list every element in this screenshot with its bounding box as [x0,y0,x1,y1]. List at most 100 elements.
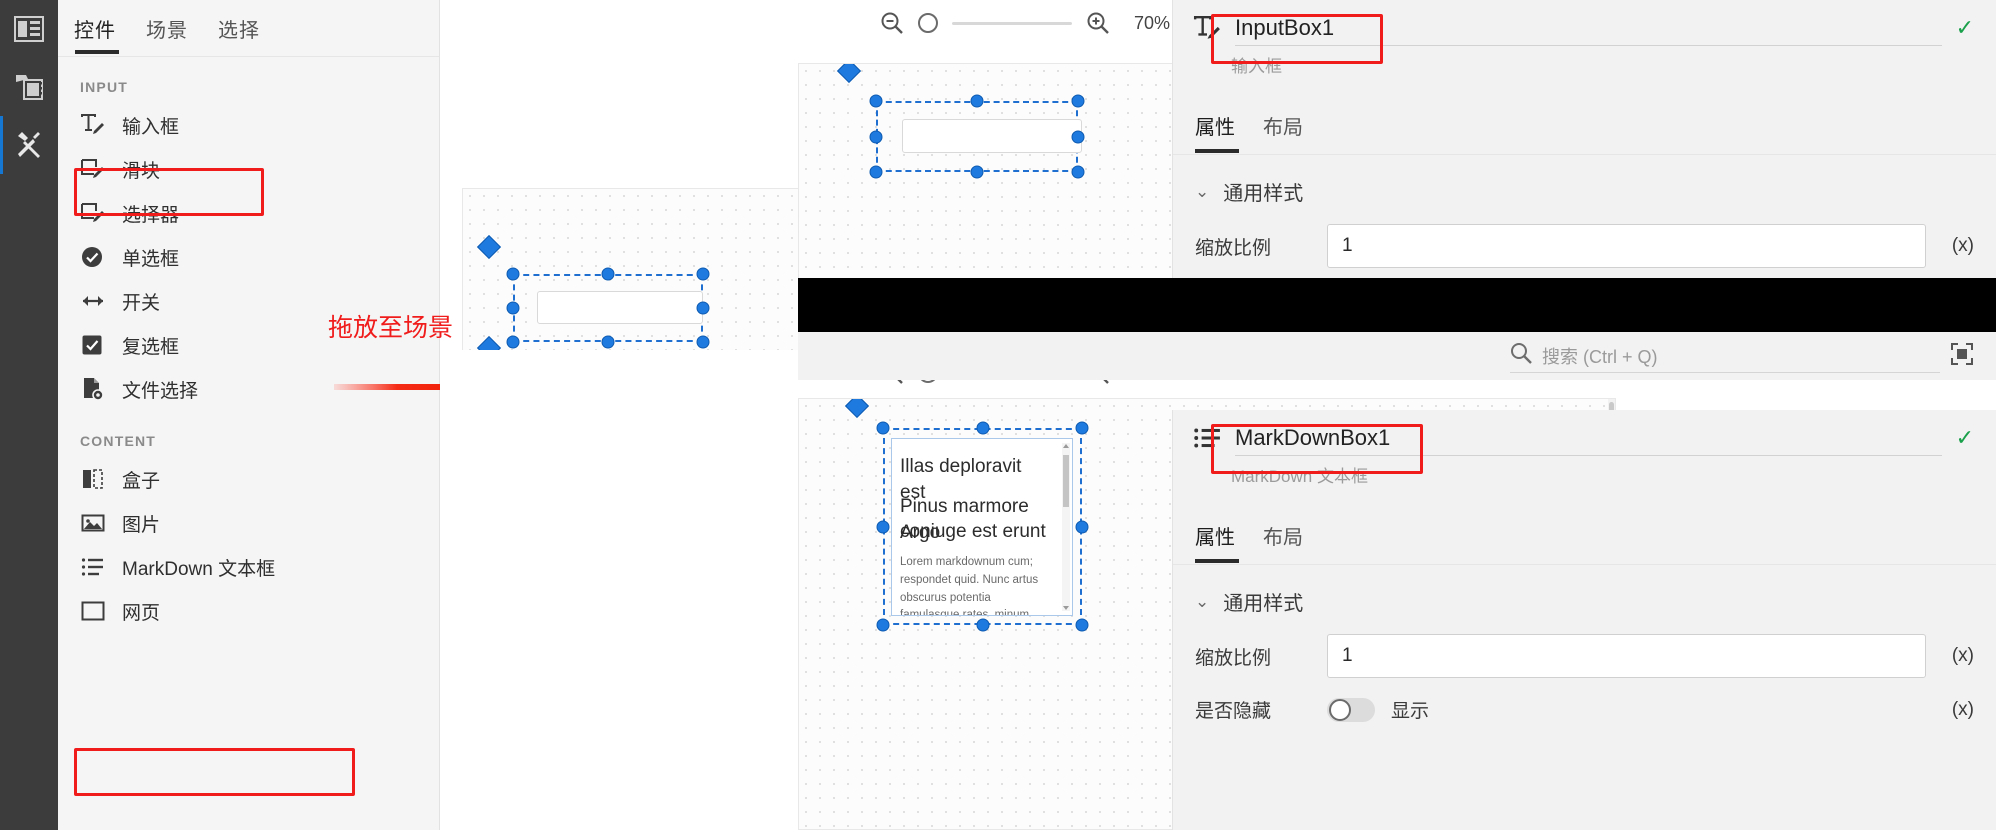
inspector-panel-bottom: MarkDownBox1 ✓ MarkDown 文本框 属性 布局 ⌄ 通用样式… [1172,410,1996,830]
resize-handle-se[interactable] [1075,618,1089,632]
resize-handle-ne[interactable] [696,267,710,281]
resize-handle-nw[interactable] [506,267,520,281]
inspector-tab-properties[interactable]: 属性 [1195,521,1235,550]
resize-handle-w[interactable] [506,301,520,315]
resize-handle-w[interactable] [876,520,890,533]
image-icon [80,510,106,536]
resize-handle-s[interactable] [970,165,984,179]
tools-icon [14,130,44,160]
inspector-bottom-name[interactable]: MarkDownBox1 [1235,420,1942,456]
rail-item-layout[interactable] [0,0,58,58]
inspector-tab-properties[interactable]: 属性 [1195,111,1235,140]
inspector-bottom-section-general[interactable]: ⌄ 通用样式 [1173,565,1996,616]
resize-handle-n[interactable] [976,421,989,435]
zoom-in-icon[interactable] [1086,11,1110,35]
resize-handle-s[interactable] [976,618,989,632]
tab-scenes[interactable]: 场景 [146,14,188,43]
palette-item-box[interactable]: 盒子 [58,457,439,501]
resize-handle-w[interactable] [869,130,883,143]
checkbox-icon [80,332,106,358]
resize-handle-e[interactable] [696,301,710,315]
selection-inputbox-main[interactable] [476,234,710,349]
palette-group-label-input: INPUT [80,79,128,95]
palette-item-slider[interactable]: 滑块 [58,147,439,191]
zoom-out-icon[interactable] [880,11,904,35]
chevron-down-icon: ⌄ [1195,181,1210,201]
palette-item-label: 选择器 [122,204,180,226]
inspector-tab-layout[interactable]: 布局 [1263,521,1303,550]
resize-handle-se[interactable] [1071,165,1085,179]
inputbox-widget[interactable] [902,119,1082,153]
resize-handle-se[interactable] [696,335,710,349]
inputbox-widget[interactable] [537,291,703,324]
resize-handle-n[interactable] [970,94,984,108]
zoom-slider-track[interactable] [952,21,1072,25]
inspector-top-section-general[interactable]: ⌄ 通用样式 [1173,155,1996,206]
check-icon[interactable]: ✓ [1956,425,1974,451]
media-icon [14,73,44,101]
visibility-toggle[interactable] [1327,697,1375,722]
highlight-markdown-box [74,748,355,796]
palette-item-picker[interactable]: 选择器 [58,191,439,235]
anchor-diamond[interactable] [844,399,870,419]
webpage-icon [80,598,106,624]
tab-selection[interactable]: 选择 [218,14,260,43]
palette-item-webpage[interactable]: 网页 [58,589,439,633]
rail-item-media[interactable] [0,58,58,116]
search-field[interactable]: 搜索 (Ctrl + Q) [1510,339,1940,373]
palette-item-image[interactable]: 图片 [58,501,439,545]
markdown-widget[interactable]: Illas deploravit est Pinus marmore Argo … [891,438,1073,616]
tab-widgets[interactable]: 控件 [74,14,116,43]
annotation-label: 拖放至场景 [328,314,454,342]
palette-item-input-box[interactable]: 输入框 [58,103,439,147]
resize-handle-e[interactable] [1075,520,1089,533]
rail-item-tools[interactable] [0,116,58,174]
palette-item-label: 输入框 [122,116,180,138]
selection-markdown-bottom[interactable]: Illas deploravit est Pinus marmore Argo … [844,399,1089,632]
switch-icon [80,288,106,314]
palette-item-radio[interactable]: 单选框 [58,235,439,279]
markdown-scroll-thumb[interactable] [1063,455,1069,507]
anchor-diamond[interactable] [836,64,862,84]
resize-handle-s[interactable] [601,335,615,349]
resize-handle-nw[interactable] [876,421,890,435]
inspector-panel-top: InputBox1 ✓ 输入框 属性 布局 ⌄ 通用样式 缩放比例 1 (x) [1172,0,1996,278]
palette-item-label: 图片 [122,514,161,536]
property-row-scale: 缩放比例 1 (x) [1173,634,1996,678]
markdown-icon [80,554,106,580]
inspector-bottom-title-row: MarkDownBox1 ✓ [1173,410,1996,466]
property-label: 是否隐藏 [1195,701,1272,722]
resize-handle-sw[interactable] [876,618,890,632]
scale-input[interactable]: 1 [1327,224,1926,268]
markdown-scrollbar[interactable] [1062,443,1070,611]
resize-handle-n[interactable] [601,267,615,281]
resize-handle-sw[interactable] [506,335,520,349]
property-label: 缩放比例 [1195,237,1272,259]
search-icon [1510,342,1532,369]
inspector-top-name[interactable]: InputBox1 [1235,10,1942,46]
property-row-hidden: 是否隐藏 显示 (x) [1173,696,1996,723]
markdown-body-text: Lorem markdownum cum; respondet quid. Nu… [900,556,1039,616]
zoom-slider-handle[interactable] [918,13,938,33]
resize-handle-nw[interactable] [869,94,883,108]
fullscreen-icon[interactable] [1950,342,1974,371]
inspector-tab-layout[interactable]: 布局 [1263,111,1303,140]
resize-handle-ne[interactable] [1071,94,1085,108]
scale-input[interactable]: 1 [1327,634,1926,678]
resize-handle-e[interactable] [1071,130,1085,143]
palette-item-label: 盒子 [122,470,161,492]
resize-handle-sw[interactable] [869,165,883,179]
text-input-icon [80,112,106,138]
search-bar: 搜索 (Ctrl + Q) [798,332,1996,380]
left-icon-rail [0,0,58,830]
app-root: 控件 场景 选择 INPUT 输入框 滑块 选择器 单选框 开关 复选框 文件选… [0,0,1996,830]
scroll-down-arrow-icon[interactable] [1063,606,1069,610]
check-icon[interactable]: ✓ [1956,15,1974,41]
anchor-diamond[interactable] [476,234,502,260]
rail-active-indicator [0,116,3,174]
scroll-up-arrow-icon[interactable] [1063,444,1069,448]
selection-inputbox-top[interactable] [836,64,1085,179]
resize-handle-ne[interactable] [1075,421,1089,435]
palette-item-markdown[interactable]: MarkDown 文本框 [58,545,439,589]
palette-active-tab-underline [75,50,119,54]
